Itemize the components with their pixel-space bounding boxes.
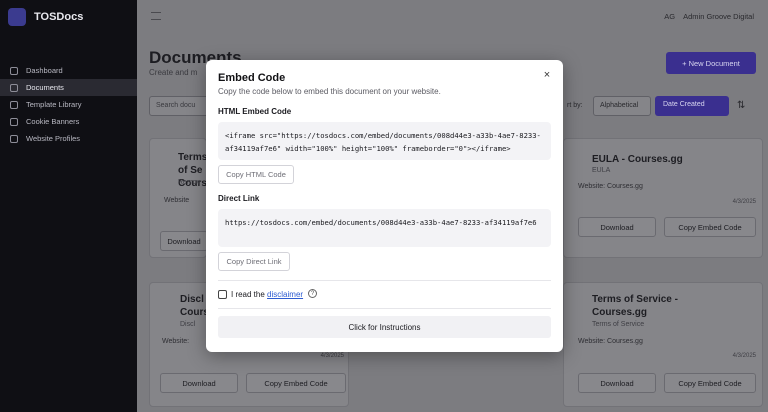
menu-icon[interactable] bbox=[151, 12, 161, 20]
file-icon bbox=[10, 83, 18, 92]
download-label: Download bbox=[167, 236, 201, 246]
globe-icon bbox=[10, 134, 18, 143]
logo-icon bbox=[8, 8, 26, 26]
download-label: Download bbox=[600, 378, 634, 388]
new-document-button[interactable]: + New Document bbox=[666, 52, 756, 74]
sidebar-item-label: Website Profiles bbox=[26, 134, 81, 143]
app-logo[interactable]: TOSDocs bbox=[0, 0, 137, 34]
card-title: Discl Course bbox=[180, 294, 215, 318]
card-website: Website bbox=[164, 197, 190, 204]
download-button[interactable]: Download bbox=[160, 231, 208, 251]
download-label: Download bbox=[182, 378, 216, 388]
divider bbox=[218, 308, 551, 309]
book-icon bbox=[10, 100, 18, 109]
topbar: AG Admin Groove Digital bbox=[137, 0, 768, 32]
document-card[interactable]: EULA - Courses.gg EULA Website: Courses.… bbox=[563, 138, 763, 258]
copy-embed-code-button[interactable]: Copy Embed Code bbox=[664, 217, 756, 237]
card-website: Website: bbox=[162, 338, 190, 345]
download-button[interactable]: Download bbox=[578, 217, 656, 237]
sidebar-item-documents[interactable]: Documents bbox=[0, 79, 137, 96]
sort-label: rt by: bbox=[567, 102, 583, 109]
agree-text: I read the bbox=[231, 290, 265, 299]
sidebar-nav: Dashboard Documents Template Library Coo… bbox=[0, 62, 137, 147]
card-type: Remov bbox=[178, 179, 201, 186]
card-type: Terms of Service bbox=[592, 321, 645, 328]
document-card[interactable]: Terms of Service - Courses.gg Terms of S… bbox=[563, 282, 763, 407]
instructions-button[interactable]: Click for Instructions bbox=[218, 316, 551, 338]
help-icon[interactable]: ? bbox=[308, 289, 317, 298]
card-date: 4/3/2025 bbox=[732, 353, 756, 359]
download-label: Download bbox=[600, 222, 634, 232]
sidebar-item-label: Documents bbox=[26, 83, 64, 92]
html-embed-label: HTML Embed Code bbox=[218, 107, 292, 116]
close-icon[interactable]: × bbox=[540, 68, 554, 82]
sidebar-item-label: Cookie Banners bbox=[26, 117, 80, 126]
sort-select[interactable]: Alphabetical bbox=[593, 96, 651, 116]
disclaimer-checkbox[interactable] bbox=[218, 290, 227, 299]
cookie-icon bbox=[10, 117, 18, 126]
card-type: Discl bbox=[180, 321, 196, 328]
card-website: Website: Courses.gg bbox=[578, 338, 643, 345]
direct-link-code[interactable]: https://tosdocs.com/embed/documents/008d… bbox=[218, 209, 551, 247]
dialog-title: Embed Code bbox=[218, 72, 286, 84]
disclaimer-link[interactable]: disclaimer bbox=[267, 290, 303, 299]
page-subtitle: Create and m bbox=[149, 68, 198, 77]
download-button[interactable]: Download bbox=[578, 373, 656, 393]
user-name: Admin Groove Digital bbox=[683, 11, 754, 21]
card-date: 4/3/2025 bbox=[732, 199, 756, 205]
copy-embed-label: Copy Embed Code bbox=[264, 378, 328, 388]
sort-direction-icon[interactable]: ⇅ bbox=[737, 100, 745, 111]
copy-link-button[interactable]: Copy Direct Link bbox=[218, 252, 290, 271]
grid-icon bbox=[10, 66, 18, 75]
copy-embed-label: Copy Embed Code bbox=[678, 222, 742, 232]
card-title: EULA - Courses.gg bbox=[592, 154, 683, 165]
disclaimer-agreement: I read the disclaimer bbox=[231, 290, 303, 299]
sidebar: TOSDocs Dashboard Documents Template Lib… bbox=[0, 0, 137, 412]
sidebar-item-label: Template Library bbox=[26, 100, 82, 109]
card-date: 4/3/2025 bbox=[320, 353, 344, 359]
embed-code-dialog: Embed Code × Copy the code below to embe… bbox=[206, 60, 563, 352]
sidebar-item-website-profiles[interactable]: Website Profiles bbox=[0, 130, 137, 147]
copy-embed-code-button[interactable]: Copy Embed Code bbox=[664, 373, 756, 393]
app-name: TOSDocs bbox=[34, 11, 84, 23]
copy-embed-label: Copy Embed Code bbox=[678, 378, 742, 388]
direct-link-label: Direct Link bbox=[218, 194, 260, 203]
download-button[interactable]: Download bbox=[160, 373, 238, 393]
sidebar-item-label: Dashboard bbox=[26, 66, 63, 75]
sidebar-item-dashboard[interactable]: Dashboard bbox=[0, 62, 137, 79]
dialog-description: Copy the code below to embed this docume… bbox=[218, 87, 441, 96]
document-card[interactable]: Terms of Se Cours Remov Website Download bbox=[149, 138, 208, 258]
avatar: AG bbox=[664, 11, 676, 21]
html-embed-code[interactable]: <iframe src="https://tosdocs.com/embed/d… bbox=[218, 122, 551, 160]
card-type: EULA bbox=[592, 167, 611, 174]
card-website: Website: Courses.gg bbox=[578, 183, 643, 190]
date-created-button[interactable]: Date Created bbox=[655, 96, 729, 116]
divider bbox=[218, 280, 551, 281]
account-menu[interactable]: AG Admin Groove Digital bbox=[664, 12, 754, 21]
card-title: Terms of Service - Courses.gg bbox=[592, 294, 678, 318]
copy-embed-code-button[interactable]: Copy Embed Code bbox=[246, 373, 346, 393]
sidebar-item-cookie-banners[interactable]: Cookie Banners bbox=[0, 113, 137, 130]
copy-html-button[interactable]: Copy HTML Code bbox=[218, 165, 294, 184]
sidebar-item-template-library[interactable]: Template Library bbox=[0, 96, 137, 113]
